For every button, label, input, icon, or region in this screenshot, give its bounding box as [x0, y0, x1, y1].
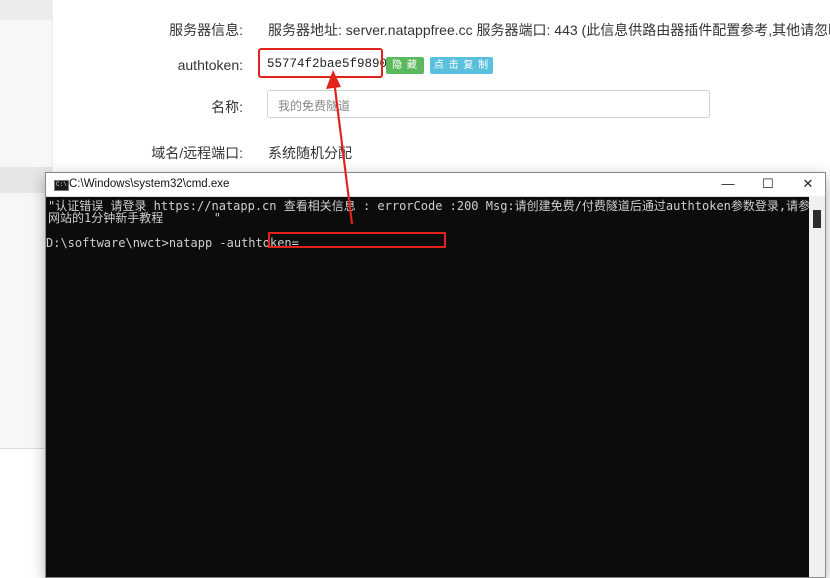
copy-token-button[interactable]: 点 击 复 制 — [430, 57, 493, 74]
server-info-value: 服务器地址: server.natappfree.cc 服务器端口: 443 (… — [268, 22, 830, 38]
token-paste-highlight-box — [268, 232, 446, 248]
sidebar-footer — [0, 448, 52, 578]
console-prompt: D:\software\nwct>natapp -authtoken= — [46, 236, 299, 250]
console-scrollbar[interactable] — [809, 196, 825, 577]
page-edge — [825, 480, 830, 577]
console-output[interactable]: "认证错误 请登录 https://natapp.cn 查看相关信息 : err… — [46, 196, 822, 577]
tunnel-name-input[interactable]: 我的免费隧道 — [267, 90, 710, 118]
maximize-icon[interactable]: ☐ — [749, 173, 787, 196]
sidebar-item-active[interactable] — [0, 167, 52, 193]
close-icon[interactable]: ✕ — [789, 173, 827, 196]
minimize-icon[interactable]: — — [709, 173, 747, 196]
domain-label: 域名/远程端口: — [151, 145, 243, 161]
scrollbar-thumb[interactable] — [813, 210, 821, 228]
name-label: 名称: — [211, 99, 243, 115]
authtoken-label: authtoken: — [177, 57, 243, 73]
server-info-label: 服务器信息: — [169, 22, 243, 38]
cmd-window[interactable]: C:\ C:\Windows\system32\cmd.exe — ☐ ✕ "认… — [46, 173, 825, 577]
domain-value: 系统随机分配 — [268, 145, 352, 161]
cmd-window-title: C:\Windows\system32\cmd.exe — [69, 178, 230, 190]
authtoken-highlight-box — [258, 48, 383, 78]
hide-token-button[interactable]: 隐 藏 — [386, 57, 424, 74]
cmd-app-icon: C:\ — [54, 180, 69, 191]
sidebar-item[interactable] — [0, 0, 52, 20]
cmd-titlebar[interactable]: C:\ C:\Windows\system32\cmd.exe — ☐ ✕ — [46, 173, 825, 197]
console-error-line-2: 网站的1分钟新手教程 " — [48, 211, 222, 225]
